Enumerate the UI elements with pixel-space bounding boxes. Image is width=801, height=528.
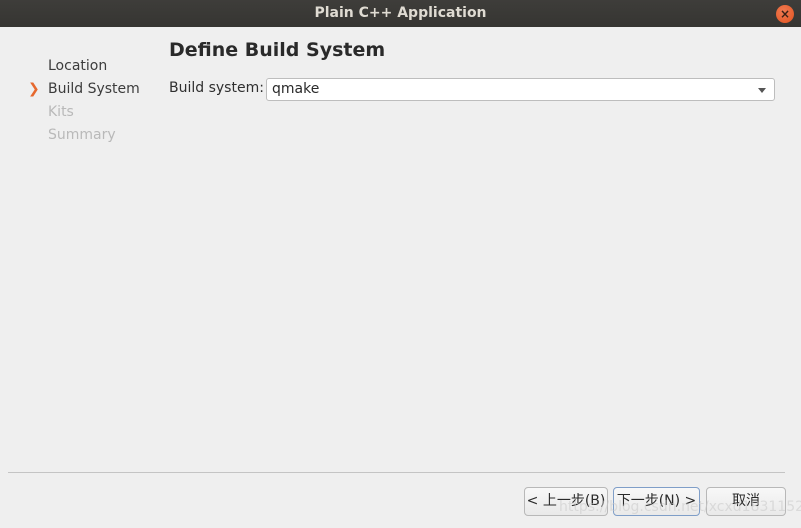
step-summary: Summary (28, 125, 140, 148)
step-location: Location (28, 56, 140, 79)
build-system-select[interactable]: qmake (266, 78, 775, 101)
step-build-system: ❯ Build System (28, 79, 140, 102)
close-icon[interactable]: × (776, 5, 794, 23)
window-title: Plain C++ Application (314, 5, 487, 21)
wizard-steps: Location ❯ Build System Kits Summary (28, 56, 140, 148)
watermark: https://blog.csdn.net/xcxd18311520 (559, 499, 801, 515)
title-bar: Plain C++ Application × (0, 0, 801, 27)
button-divider (8, 472, 785, 473)
build-system-value: qmake (272, 81, 320, 97)
wizard-window: Plain C++ Application × Location ❯ Build… (0, 0, 801, 528)
step-kits: Kits (28, 102, 140, 125)
step-label: Kits (48, 104, 74, 120)
current-step-arrow-icon: ❯ (28, 81, 40, 97)
build-system-label: Build system: (169, 80, 264, 96)
step-label: Build System (48, 81, 140, 97)
chevron-down-icon (758, 88, 766, 93)
page-title: Define Build System (169, 39, 386, 61)
step-label: Location (48, 58, 108, 74)
step-label: Summary (48, 127, 116, 143)
